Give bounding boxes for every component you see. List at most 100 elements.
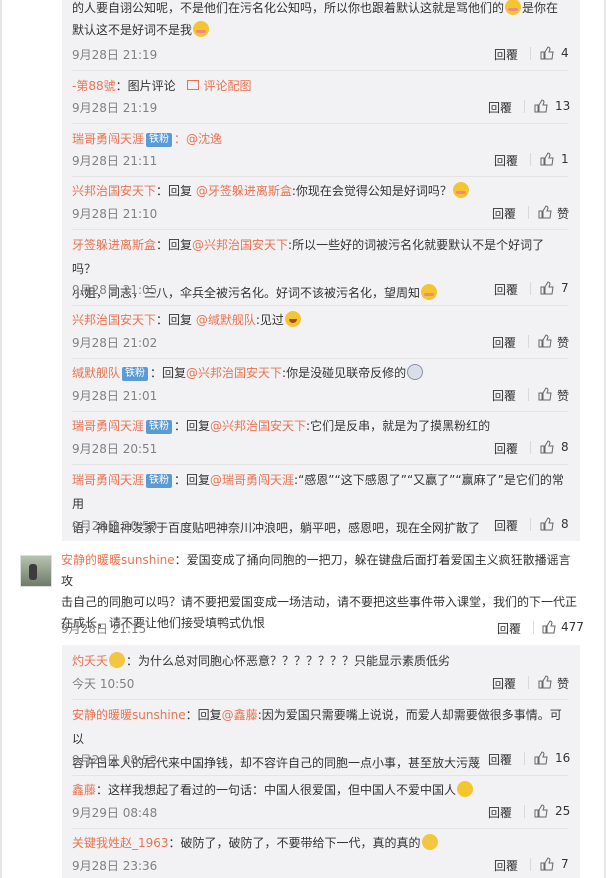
username-link[interactable]: 缄默舰队 — [72, 366, 120, 380]
reply-item: 兴邦治国安天下：回复 @牙签躲进离斯盒:你现在会觉得公知是好词吗？ 9月28日 … — [72, 176, 569, 230]
reply-button[interactable]: 回覆 — [492, 334, 516, 351]
like-count: 8 — [561, 517, 569, 531]
reply-meta: 9月28日 23:36 回覆 7 — [72, 857, 569, 874]
reply-item: 瑞哥勇闯天涯 铁粉 ：@沈逸 9月28日 21:11 回覆 1 — [72, 123, 569, 177]
mention-link[interactable]: @鑫藤 — [222, 708, 258, 722]
reply-item: 缄默舰队 铁粉 ：回复@兴邦治国安天下:你是没碰见联帝反修的 9月28日 21:01… — [72, 358, 569, 412]
reply-prefix: ：回复 — [156, 184, 196, 198]
mention-link[interactable]: @兴邦治国安天下 — [210, 419, 306, 433]
reply-button[interactable]: 回覆 — [488, 804, 512, 821]
emoji-icon — [457, 781, 474, 797]
username-link[interactable]: 灼夭夭 — [72, 654, 108, 668]
username-link[interactable]: 鑫藤 — [72, 783, 96, 797]
username-link[interactable]: 关键我姓赵_1963 — [72, 836, 169, 850]
reply-meta: 9月28日 21:19 回覆 13 — [72, 99, 570, 116]
username-link[interactable]: 瑞哥勇闯天涯 — [72, 132, 144, 146]
timestamp: 今天 10:50 — [72, 677, 135, 691]
like-count: 477 — [561, 620, 584, 634]
like-count: 8 — [561, 440, 569, 454]
reply-text: ：破防了，破防了，不要带给下一代，真的真的 — [168, 836, 421, 850]
reply-button[interactable]: 回覆 — [494, 152, 518, 169]
reply-prefix: ：回复 — [185, 708, 222, 722]
reply-button[interactable]: 回覆 — [494, 281, 518, 298]
shocked-emoji-icon — [407, 364, 424, 380]
timestamp: 9月28日 21:11 — [72, 154, 158, 168]
timestamp: 9月28日 21:19 — [72, 48, 158, 62]
username-link[interactable]: 兴邦治国安天下 — [72, 313, 156, 327]
thumbs-up-icon[interactable] — [534, 804, 548, 818]
like-count: 赞 — [557, 677, 570, 691]
laughing-emoji-icon — [284, 311, 301, 327]
reply-button[interactable]: 回覆 — [488, 99, 512, 116]
reply-button[interactable]: 回覆 — [494, 440, 518, 457]
thumbs-up-icon[interactable] — [534, 751, 548, 765]
image-comment-link[interactable]: 评论配图 — [187, 79, 251, 93]
reply-item: 灼夭夭 ：为什么总对同胞心怀恶意？？？？？？？只能显示素质低劣 今天 10:50 … — [72, 645, 570, 700]
timestamp: 9月28日 20:50 — [72, 519, 158, 533]
thumbs-up-icon[interactable] — [538, 334, 552, 348]
divider — [528, 388, 529, 401]
mention-link[interactable]: @缄默舰队 — [196, 313, 256, 327]
username-link[interactable]: 牙签躲进离斯盒 — [72, 238, 156, 252]
thumbs-up-icon[interactable] — [540, 440, 554, 454]
thumbs-up-icon[interactable] — [538, 205, 552, 219]
reply-item: -第88號：图片评论 评论配图 9月28日 21:19 回覆 13 — [72, 70, 570, 124]
reply-button[interactable]: 回覆 — [492, 387, 516, 404]
mention-link[interactable]: @兴邦治国安天下 — [192, 238, 288, 252]
timestamp: 9月28日 21:15 — [61, 622, 147, 636]
reply-item: 牙签躲进离斯盒：回复@兴邦治国安天下:所以一些好的词被污名化就要默认不是个好词了… — [72, 229, 569, 306]
reply-button[interactable]: 回覆 — [494, 517, 518, 534]
page-edge-left — [0, 0, 2, 878]
reply-item: 安静的暖暖sunshine：回复@鑫藤:因为爱国只需要嘴上说说，而爱人却需要做很… — [72, 699, 570, 776]
thumbs-up-icon[interactable] — [534, 99, 548, 113]
divider — [530, 441, 531, 454]
reply-item: 瑞哥勇闯天涯 铁粉 ：回复@兴邦治国安天下:它们是反串，就是为了摸黑粉红的 9月28… — [72, 411, 569, 465]
reply-button[interactable]: 回覆 — [492, 205, 516, 222]
mention-link[interactable]: @瑞哥勇闯天涯 — [210, 473, 294, 487]
username-link[interactable]: 安静的暖暖sunshine — [72, 708, 186, 722]
reply-item: 瑞哥勇闯天涯 铁粉 ：回复@瑞哥勇闯天涯:“感恩”“这下感恩了”“又赢了”“赢麻了”… — [72, 464, 569, 541]
crying-emoji-icon — [421, 834, 438, 850]
reply-meta: 9月28日 21:05 回覆 7 — [72, 281, 569, 298]
username-link[interactable]: 瑞哥勇闯天涯 — [72, 473, 144, 487]
reply-text: :它们是反串，就是为了摸黑粉红的 — [306, 419, 491, 433]
thumbs-up-icon[interactable] — [540, 46, 554, 60]
mention-link[interactable]: @兴邦治国安天下 — [186, 366, 282, 380]
reply-meta: 9月29日 08:48 回覆 25 — [72, 804, 570, 821]
divider — [533, 621, 534, 634]
comment-text: 击自己的同胞可以吗？请不要把爱国变成一场洁动，请不要把这些事件带入课堂，我们的下… — [61, 595, 578, 609]
username-link[interactable]: 兴邦治国安天下 — [72, 184, 156, 198]
thumbs-up-icon[interactable] — [540, 857, 554, 871]
reply-text: 的人要自诩公知呢，不是他们在污名化公知吗，所以你也跟着默认这就是骂他们的 — [72, 1, 505, 15]
timestamp: 9月28日 21:19 — [72, 101, 158, 115]
mention-link[interactable]: ：@沈逸 — [174, 132, 222, 146]
reply-text: ：这样我想起了看过的一句话：中国人很爱国，但中国人不爱中国人 — [96, 783, 457, 797]
thumbs-up-icon[interactable] — [540, 281, 554, 295]
reply-thread: 灼夭夭 ：为什么总对同胞心怀恶意？？？？？？？只能显示素质低劣 今天 10:50 … — [62, 645, 580, 878]
reply-button[interactable]: 回覆 — [494, 46, 518, 63]
mention-link[interactable]: @牙签躲进离斯盒 — [196, 184, 292, 198]
reply-button[interactable]: 回覆 — [488, 751, 512, 768]
thumbs-up-icon[interactable] — [540, 152, 554, 166]
reply-meta: 9月28日 21:10 回覆 赞 — [72, 205, 569, 222]
like-count: 1 — [561, 152, 569, 166]
reply-button[interactable]: 回覆 — [497, 620, 521, 637]
reply-text: :你是没碰见联帝反修的 — [282, 366, 407, 380]
like-count: 7 — [561, 857, 569, 871]
username-link[interactable]: 瑞哥勇闯天涯 — [72, 419, 144, 433]
like-count: 4 — [561, 46, 569, 60]
divider — [528, 676, 529, 689]
username-link[interactable]: -第88號 — [72, 79, 116, 93]
username-link[interactable]: 安静的暖暖sunshine — [61, 553, 175, 567]
reply-meta: 9月29日 08:52 回覆 16 — [72, 751, 570, 768]
reply-button[interactable]: 回覆 — [494, 857, 518, 874]
thumbs-up-icon[interactable] — [542, 620, 556, 634]
reply-button[interactable]: 回覆 — [492, 675, 516, 692]
avatar[interactable] — [20, 555, 52, 587]
thumbs-up-icon[interactable] — [538, 675, 552, 689]
thumbs-up-icon[interactable] — [538, 387, 552, 401]
divider — [530, 858, 531, 871]
timestamp: 9月29日 08:48 — [72, 806, 158, 820]
reply-text: :见过 — [255, 313, 284, 327]
thumbs-up-icon[interactable] — [540, 517, 554, 531]
